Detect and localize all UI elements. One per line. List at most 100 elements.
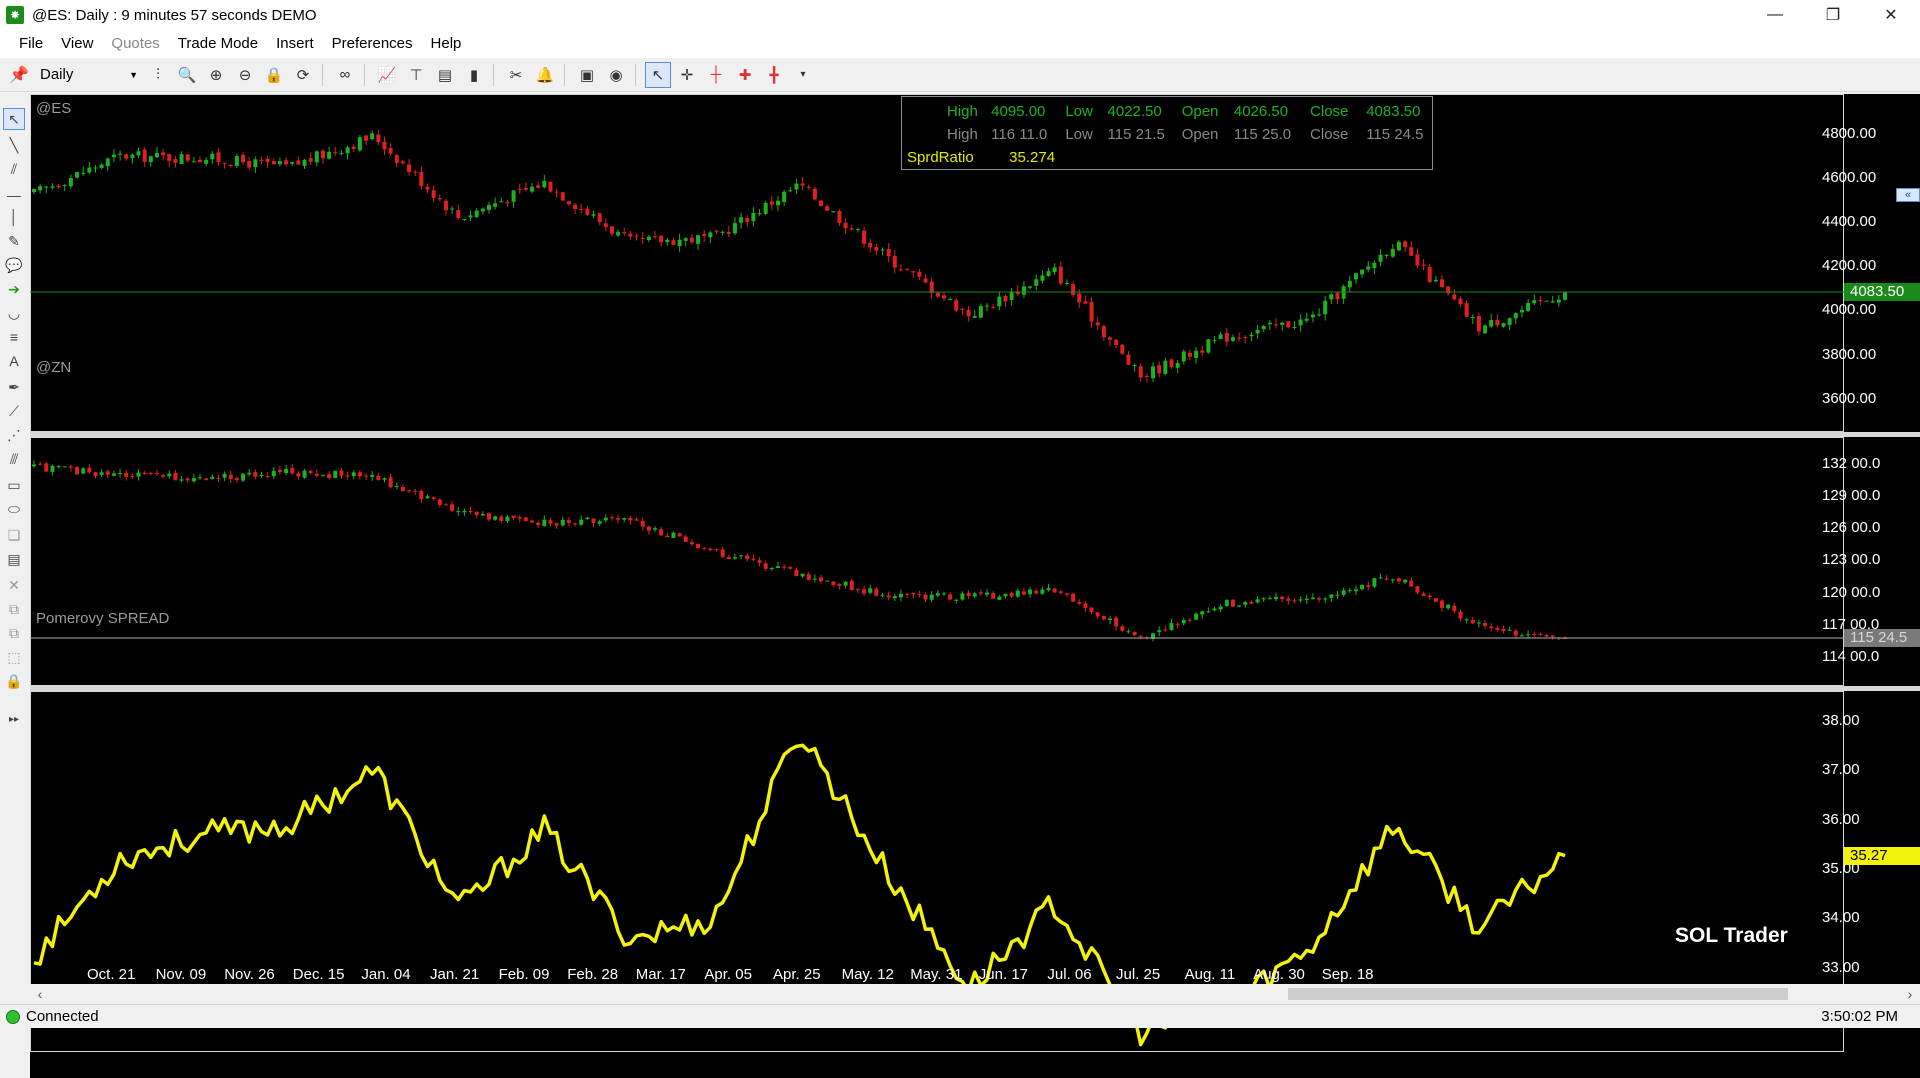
- zoom-in-icon[interactable]: ⊕: [203, 62, 229, 88]
- parallel-tool-icon[interactable]: ⫻: [3, 448, 25, 470]
- rectangle-tool-icon[interactable]: ▭: [3, 474, 25, 496]
- ellipse-tool-icon[interactable]: ⬭: [3, 498, 25, 520]
- refresh-icon[interactable]: ⟳: [290, 62, 316, 88]
- crosshair-icon[interactable]: ✛: [674, 62, 700, 88]
- pointer-icon[interactable]: ↖: [645, 61, 671, 88]
- bars-icon[interactable]: ▮: [461, 62, 487, 88]
- zn-candle: [911, 592, 916, 595]
- chart-window[interactable]: @ES @ZN Pomerovy SPREAD «: [30, 94, 1920, 1078]
- fan-tool-icon[interactable]: ⋰: [3, 424, 25, 446]
- menu-insert[interactable]: Insert: [267, 30, 323, 58]
- zn-candle: [794, 569, 799, 576]
- es-candle: [1335, 292, 1340, 300]
- zn-candle: [87, 467, 92, 473]
- pen-tool-icon[interactable]: ✒: [3, 376, 25, 398]
- es-candle: [898, 269, 903, 271]
- vertical-line-icon[interactable]: │: [3, 206, 25, 228]
- menu-help[interactable]: Help: [422, 30, 471, 58]
- chart-canvas: [30, 130, 1844, 1047]
- es-candle: [44, 186, 49, 188]
- copy-tool-icon[interactable]: ❏: [3, 524, 25, 546]
- pointer-tool-icon[interactable]: ↖: [3, 108, 25, 130]
- close-icon[interactable]: ✕: [1862, 0, 1920, 30]
- bar-type-icon[interactable]: ⫶: [145, 62, 171, 88]
- layers-alt-icon[interactable]: ⧉: [3, 622, 25, 644]
- menu-file[interactable]: File: [10, 30, 52, 58]
- zn-candle: [388, 477, 393, 488]
- menu-preferences[interactable]: Preferences: [323, 30, 422, 58]
- toolbar-overflow-icon[interactable]: ▾: [790, 62, 816, 88]
- cross-red-icon[interactable]: ╋: [761, 62, 787, 88]
- horizontal-scrollbar[interactable]: ‹ ›: [30, 984, 1920, 1004]
- es-candle: [443, 200, 448, 211]
- zn-candle: [1476, 622, 1481, 624]
- doc-icon[interactable]: ▣: [574, 62, 600, 88]
- indicator-icon[interactable]: 📈: [374, 62, 400, 88]
- scroll-right-icon[interactable]: ›: [1900, 984, 1920, 1004]
- zoom-out-icon[interactable]: ⊖: [232, 62, 258, 88]
- collapse-panel-icon[interactable]: «: [1896, 188, 1920, 202]
- lock-icon[interactable]: 🔒: [261, 62, 287, 88]
- note-tool-icon[interactable]: ✎: [3, 230, 25, 252]
- window-tool-icon[interactable]: ▤: [3, 548, 25, 570]
- arc-tool-icon[interactable]: ◡: [3, 302, 25, 324]
- delete-tool-icon[interactable]: ✕: [3, 574, 25, 596]
- text-tool-icon[interactable]: A: [3, 350, 25, 372]
- pin-icon[interactable]: 📌: [8, 64, 30, 86]
- scrollbar-thumb[interactable]: [1288, 988, 1788, 1000]
- zoom-icon[interactable]: 🔍: [174, 62, 200, 88]
- zn-candle: [191, 478, 196, 482]
- zn-candle: [1009, 592, 1014, 597]
- es-candle: [941, 295, 946, 299]
- eye-icon[interactable]: ◉: [603, 62, 629, 88]
- es-candle: [364, 135, 369, 141]
- zn-candle: [486, 513, 491, 520]
- es-candle: [554, 191, 559, 193]
- zn-candle: [1464, 619, 1469, 621]
- scroll-left-icon[interactable]: ‹: [30, 984, 50, 1004]
- tree-icon[interactable]: ⊤: [403, 62, 429, 88]
- trendline-tool-icon[interactable]: ╲: [3, 134, 25, 156]
- link-icon[interactable]: ∞: [332, 62, 358, 88]
- es-candle: [812, 188, 817, 200]
- line-segment-icon[interactable]: ⟋: [3, 400, 25, 422]
- zn-candle: [1028, 589, 1033, 595]
- zn-candle: [339, 470, 344, 476]
- interval-select[interactable]: Daily ▼: [34, 63, 142, 87]
- es-candle: [456, 210, 461, 218]
- minimize-icon[interactable]: —: [1746, 0, 1804, 30]
- zn-candle: [1372, 578, 1377, 587]
- zn-candle: [290, 467, 295, 474]
- es-candle: [1323, 300, 1328, 315]
- channel-tool-icon[interactable]: ⫽: [3, 158, 25, 180]
- menu-trade-mode[interactable]: Trade Mode: [169, 30, 267, 58]
- expand-tools-icon[interactable]: ▸▸: [3, 708, 25, 730]
- es-low-label: Low: [1065, 103, 1093, 120]
- es-candle: [560, 192, 565, 201]
- cross-icon[interactable]: ┼: [703, 62, 729, 88]
- callout-tool-icon[interactable]: 💬: [3, 254, 25, 276]
- es-candle: [1310, 314, 1315, 318]
- es-ohlc-row: High 4095.00 Low 4022.50 Open 4026.50 Cl…: [947, 103, 1420, 120]
- es-candle: [1157, 365, 1162, 374]
- select-box-icon[interactable]: ⬚: [3, 646, 25, 668]
- sp-axis-tick: 33.00: [1822, 958, 1860, 976]
- cross-plus-icon[interactable]: ✚: [732, 62, 758, 88]
- horizontal-line-icon[interactable]: —: [3, 184, 25, 206]
- fibonacci-tool-icon[interactable]: ≡: [3, 326, 25, 348]
- strategy-icon[interactable]: ▤: [432, 62, 458, 88]
- menu-view[interactable]: View: [52, 30, 102, 58]
- scissors-icon[interactable]: ✂: [503, 62, 529, 88]
- menu-quotes[interactable]: Quotes: [102, 30, 168, 58]
- zn-ohlc-row: High 116 11.0 Low 115 21.5 Open 115 25.0…: [947, 126, 1423, 143]
- es-candle: [757, 213, 762, 215]
- zn-candle: [622, 517, 627, 520]
- layers-icon[interactable]: ⧉: [3, 598, 25, 620]
- es-candle: [806, 187, 811, 189]
- zn-candle: [99, 472, 104, 475]
- lock-drawing-icon[interactable]: 🔒: [3, 670, 25, 692]
- restore-icon[interactable]: ❐: [1804, 0, 1862, 30]
- arrow-tool-icon[interactable]: ➔: [3, 278, 25, 300]
- alert-icon[interactable]: 🔔: [532, 62, 558, 88]
- es-candle: [474, 210, 479, 218]
